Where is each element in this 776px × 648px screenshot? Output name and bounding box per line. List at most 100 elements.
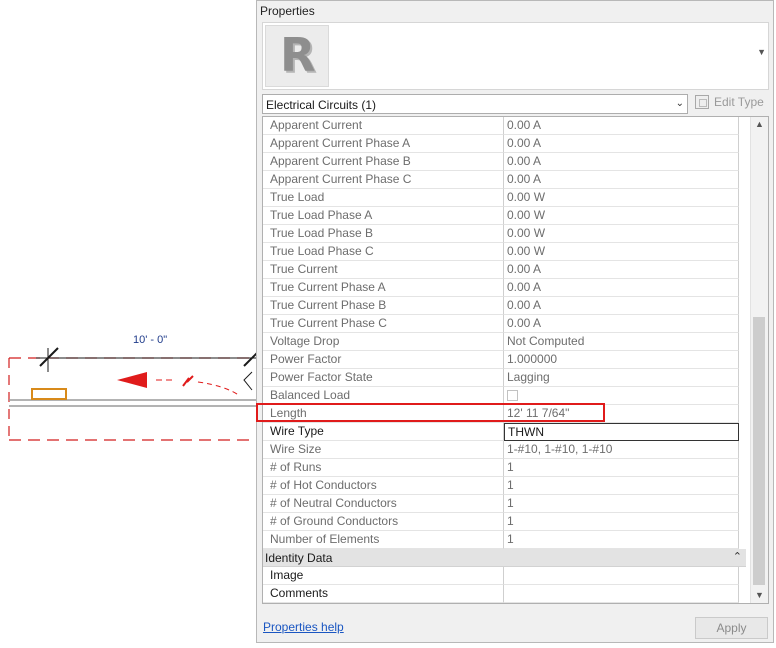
property-row[interactable]: True Load Phase C 0.00 W (263, 243, 746, 261)
property-row[interactable]: # of Runs 1 (263, 459, 746, 477)
property-name: True Load Phase B (263, 225, 504, 243)
property-name: True Load (263, 189, 504, 207)
electrical-device (31, 388, 67, 400)
property-row[interactable]: Number of Elements 1 (263, 531, 746, 549)
type-dropdown-arrow-icon[interactable]: ▼ (757, 47, 766, 57)
property-row[interactable]: True Load Phase A 0.00 W (263, 207, 746, 225)
collapse-icon[interactable]: ⌃ (733, 550, 742, 563)
property-name: True Load Phase C (263, 243, 504, 261)
property-name: # of Neutral Conductors (263, 495, 504, 513)
property-name: True Current Phase B (263, 297, 504, 315)
property-row[interactable]: Comments (263, 585, 746, 603)
property-name: True Current Phase C (263, 315, 504, 333)
property-value[interactable]: 0.00 A (504, 279, 739, 297)
group-header-label: Identity Data (265, 551, 333, 565)
property-row[interactable]: True Current Phase C 0.00 A (263, 315, 746, 333)
edit-type-label: Edit Type (714, 95, 764, 109)
property-value[interactable]: 0.00 W (504, 243, 739, 261)
property-value[interactable]: 0.00 A (504, 297, 739, 315)
property-value[interactable]: 1 (504, 459, 739, 477)
chevron-down-icon: ⌄ (675, 98, 684, 109)
property-row[interactable]: Power Factor State Lagging (263, 369, 746, 387)
group-header-identity-data[interactable]: Identity Data ⌃ (263, 549, 746, 567)
property-name: True Load Phase A (263, 207, 504, 225)
property-row[interactable]: Wire Type THWN (263, 423, 746, 441)
property-value[interactable]: 1-#10, 1-#10, 1-#10 (504, 441, 739, 459)
property-row[interactable]: Apparent Current 0.00 A (263, 117, 746, 135)
property-row[interactable]: Balanced Load (263, 387, 746, 405)
property-row[interactable]: Power Factor 1.000000 (263, 351, 746, 369)
property-value[interactable]: 0.00 W (504, 207, 739, 225)
property-row[interactable]: Apparent Current Phase A 0.00 A (263, 135, 746, 153)
element-filter-value: Electrical Circuits (1) (266, 98, 377, 112)
property-row[interactable]: True Current Phase B 0.00 A (263, 297, 746, 315)
property-value[interactable]: 0.00 A (504, 261, 739, 279)
balanced-load-checkbox[interactable] (507, 390, 518, 401)
property-value[interactable]: Not Computed (504, 333, 739, 351)
element-filter-dropdown[interactable]: Electrical Circuits (1) ⌄ (262, 94, 688, 114)
drawing-canvas[interactable]: 10' - 0" (0, 0, 260, 645)
property-value[interactable]: 0.00 A (504, 315, 739, 333)
property-value[interactable]: 12' 11 7/64" (504, 405, 739, 423)
property-value[interactable]: 0.00 A (504, 153, 739, 171)
property-row[interactable]: True Current 0.00 A (263, 261, 746, 279)
property-row[interactable]: Voltage Drop Not Computed (263, 333, 746, 351)
property-value[interactable]: 0.00 W (504, 189, 739, 207)
property-name: Apparent Current (263, 117, 504, 135)
dimension-tick-left (39, 347, 59, 367)
property-row[interactable]: True Current Phase A 0.00 A (263, 279, 746, 297)
property-name: Power Factor (263, 351, 504, 369)
scrollbar-thumb[interactable] (753, 317, 765, 585)
scroll-up-icon[interactable]: ▲ (755, 119, 764, 129)
apply-button[interactable]: Apply (695, 617, 768, 639)
property-row[interactable]: Apparent Current Phase B 0.00 A (263, 153, 746, 171)
balanced-load-checkbox-cell[interactable] (504, 387, 739, 405)
property-value[interactable] (504, 585, 739, 603)
property-name: Length (263, 405, 504, 423)
property-value[interactable]: 0.00 W (504, 225, 739, 243)
circuit-drawing (8, 347, 260, 441)
property-row[interactable]: Length 12' 11 7/64" (263, 405, 746, 423)
property-value[interactable]: THWN (504, 423, 739, 441)
property-name: # of Hot Conductors (263, 477, 504, 495)
device-end-mark (243, 371, 253, 391)
property-value[interactable]: 0.00 A (504, 135, 739, 153)
property-name: Balanced Load (263, 387, 504, 405)
property-row[interactable]: Wire Size 1-#10, 1-#10, 1-#10 (263, 441, 746, 459)
property-value[interactable]: Lagging (504, 369, 739, 387)
scroll-down-icon[interactable]: ▼ (755, 590, 764, 600)
edit-type-icon (695, 95, 709, 109)
wire-arc (197, 381, 241, 397)
property-value[interactable]: 1 (504, 477, 739, 495)
property-value[interactable]: 0.00 A (504, 171, 739, 189)
property-row[interactable]: True Load 0.00 W (263, 189, 746, 207)
property-name: Voltage Drop (263, 333, 504, 351)
property-scrollbar[interactable]: ▲ ▼ (750, 117, 768, 603)
type-selector-preview[interactable]: R ▼ (262, 22, 769, 90)
property-row[interactable]: # of Hot Conductors 1 (263, 477, 746, 495)
property-name: Wire Size (263, 441, 504, 459)
property-value[interactable]: 1 (504, 495, 739, 513)
property-row[interactable]: # of Neutral Conductors 1 (263, 495, 746, 513)
property-row[interactable]: True Load Phase B 0.00 W (263, 225, 746, 243)
property-name: Apparent Current Phase A (263, 135, 504, 153)
property-row[interactable]: # of Ground Conductors 1 (263, 513, 746, 531)
property-name: True Current (263, 261, 504, 279)
property-value[interactable]: 1 (504, 513, 739, 531)
property-name: Apparent Current Phase C (263, 171, 504, 189)
edit-type-button[interactable]: Edit Type (695, 95, 764, 109)
property-name: Image (263, 567, 504, 585)
property-grid[interactable]: Apparent Current 0.00 A Apparent Current P… (262, 116, 769, 604)
property-value[interactable] (504, 567, 739, 585)
revit-type-thumbnail: R (265, 25, 329, 87)
property-value[interactable]: 1.000000 (504, 351, 739, 369)
property-name: Comments (263, 585, 504, 603)
property-name: Wire Type (263, 423, 504, 441)
property-value[interactable]: 1 (504, 531, 739, 549)
property-value[interactable]: 0.00 A (504, 117, 739, 135)
revit-logo-icon: R (280, 28, 316, 82)
property-row[interactable]: Apparent Current Phase C 0.00 A (263, 171, 746, 189)
properties-help-link[interactable]: Properties help (263, 620, 344, 634)
property-name: True Current Phase A (263, 279, 504, 297)
property-row[interactable]: Image (263, 567, 746, 585)
